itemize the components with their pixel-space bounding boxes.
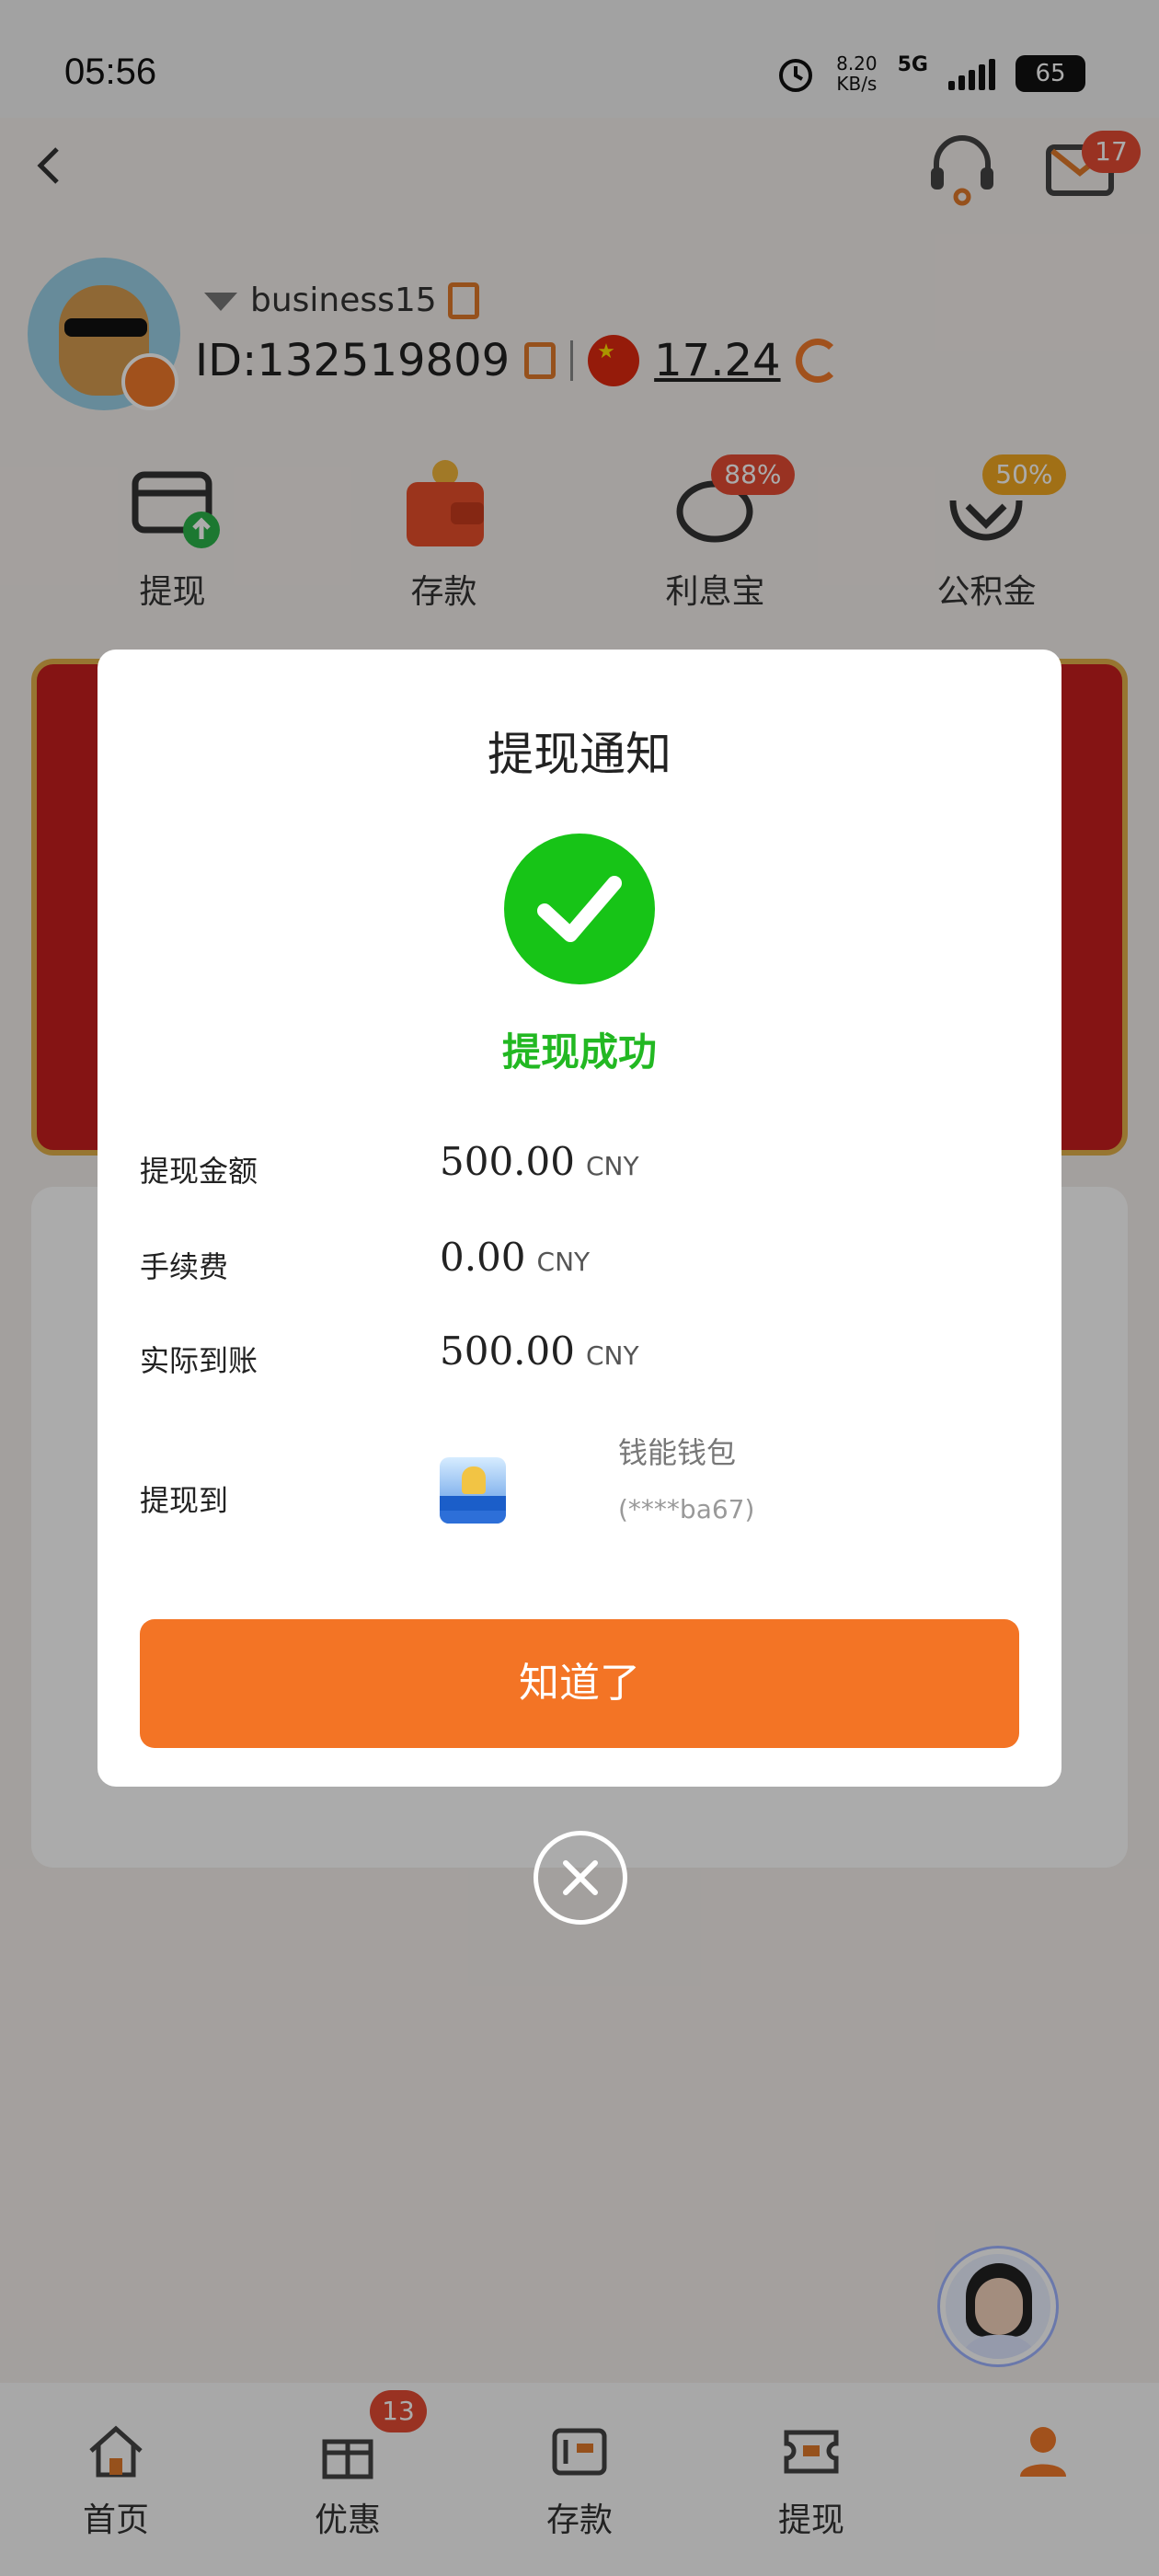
fee-row: 手续费 0.00 CNY	[140, 1235, 1023, 1290]
success-text: 提现成功	[501, 1029, 657, 1075]
received-label: 实际到账	[140, 1343, 258, 1378]
received-row: 实际到账 500.00 CNY	[140, 1328, 1023, 1384]
success-check-icon	[504, 834, 655, 984]
amount-label: 提现金额	[140, 1154, 258, 1189]
destination-label: 提现到	[140, 1483, 229, 1518]
amount-row: 提现金额 500.00 CNY	[140, 1139, 1023, 1194]
destination-row: 提现到 钱能钱包 (****ba67)	[140, 1430, 1023, 1549]
amount-value: 500.00 CNY	[440, 1139, 639, 1184]
close-icon	[563, 1860, 598, 1895]
fee-label: 手续费	[140, 1249, 229, 1284]
received-value: 500.00 CNY	[440, 1328, 639, 1374]
dialog-title: 提现通知	[488, 728, 671, 781]
close-dialog-button[interactable]	[534, 1831, 627, 1925]
withdraw-notice-dialog: 提现通知 提现成功 提现金额 500.00 CNY 手续费 0.00 CNY 实际到…	[98, 650, 1061, 1787]
wallet-name: 钱能钱包	[618, 1435, 737, 1470]
wallet-account: (****ba67)	[618, 1494, 755, 1524]
fee-value: 0.00 CNY	[440, 1235, 591, 1280]
wallet-app-icon	[440, 1457, 506, 1524]
confirm-button[interactable]: 知道了	[140, 1619, 1019, 1748]
